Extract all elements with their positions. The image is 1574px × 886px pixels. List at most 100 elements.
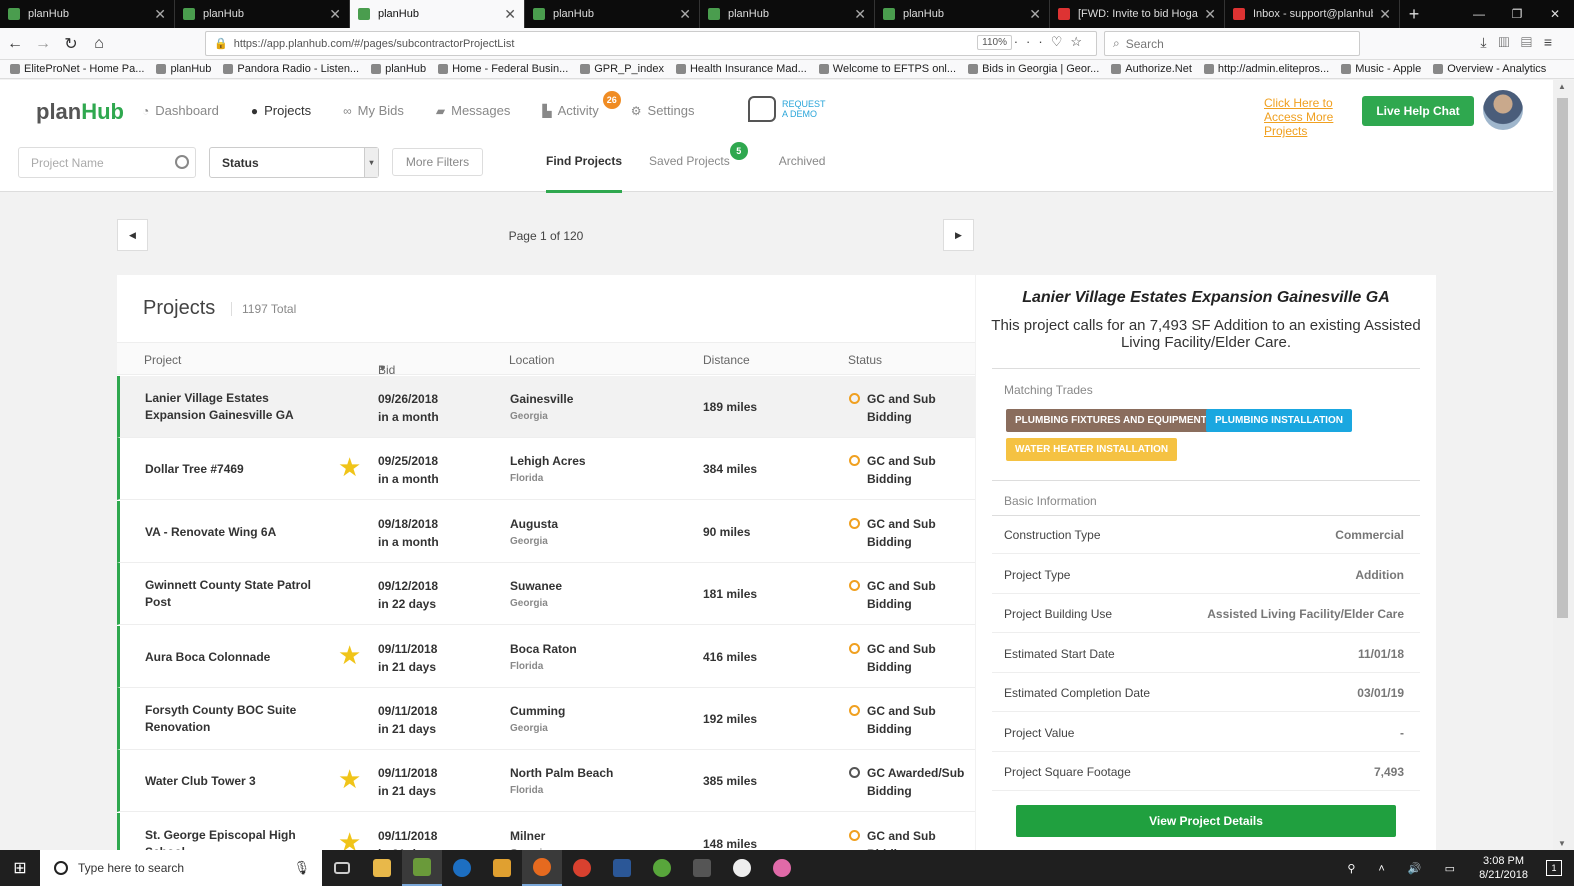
more-filters-button[interactable]: More Filters [392, 148, 483, 176]
col-distance[interactable]: Distance [703, 353, 750, 367]
itunes-icon[interactable] [762, 850, 802, 886]
browser-tab[interactable]: planHub ✕ [350, 0, 525, 28]
close-tab-icon[interactable]: ✕ [329, 6, 341, 23]
word-icon[interactable] [602, 850, 642, 886]
task-view-icon[interactable] [322, 850, 362, 886]
restore-icon[interactable]: ❐ [1498, 0, 1536, 28]
col-project[interactable]: Project [144, 353, 181, 367]
col-status[interactable]: Status [848, 353, 882, 367]
bookmark-item[interactable]: Overview - Analytics [1433, 63, 1546, 75]
table-row[interactable]: VA - Renovate Wing 6A 09/18/2018 in a mont… [117, 500, 975, 563]
app-icon[interactable] [402, 850, 442, 886]
project-name[interactable]: VA - Renovate Wing 6A [145, 524, 330, 541]
bookmark-item[interactable]: planHub [156, 63, 211, 75]
bookmark-item[interactable]: Music - Apple [1341, 63, 1421, 75]
table-row[interactable]: Forsyth County BOC Suite Renovation 09/11… [117, 688, 975, 750]
scroll-up-icon[interactable]: ▲ [1558, 82, 1566, 91]
reload-icon[interactable]: ↻ [58, 31, 84, 57]
project-name[interactable]: Lanier Village Estates Expansion Gainesv… [145, 390, 330, 424]
scroll-down-icon[interactable]: ▼ [1558, 839, 1566, 848]
bookmark-item[interactable]: Health Insurance Mad... [675, 63, 807, 75]
bookmark-item[interactable]: Welcome to EFTPS onl... [818, 63, 956, 75]
project-name[interactable]: St. George Episcopal High School [145, 827, 330, 850]
file-explorer-icon[interactable] [362, 850, 402, 886]
star-icon[interactable]: ★ [338, 642, 361, 668]
project-name[interactable]: Dollar Tree #7469 [145, 461, 330, 478]
tab-archived[interactable]: Archived [779, 154, 826, 193]
star-icon[interactable]: ★ [338, 454, 361, 480]
next-page-button[interactable]: ▶ [943, 219, 974, 251]
close-tab-icon[interactable]: ✕ [1029, 6, 1041, 23]
project-name[interactable]: Aura Boca Colonnade [145, 649, 330, 666]
windows-start-icon[interactable]: ⊞ [0, 850, 40, 886]
app-leaf-icon[interactable] [642, 850, 682, 886]
request-demo-button[interactable]: REQUEST A DEMO [748, 96, 826, 122]
table-row[interactable]: Gwinnett County State Patrol Post 09/12/2… [117, 563, 975, 626]
toolbar-icons[interactable]: ⤓▥▤≡ [1480, 34, 1564, 51]
browser-tab[interactable]: planHub ✕ [875, 0, 1050, 28]
back-icon[interactable]: ← [2, 31, 28, 57]
browser-tab[interactable]: Inbox - support@planhub.co ✕ [1225, 0, 1400, 28]
taskbar-search-input[interactable]: Type here to search 🎙 [40, 850, 322, 886]
prev-page-button[interactable]: ◀ [117, 219, 148, 251]
forward-icon[interactable]: → [30, 31, 56, 57]
access-more-projects-link[interactable]: Click Here to Access More Projects [1264, 96, 1344, 138]
bookmark-item[interactable]: Home - Federal Busin... [438, 63, 568, 75]
project-name[interactable]: Forsyth County BOC Suite Renovation [145, 702, 330, 736]
project-name[interactable]: Gwinnett County State Patrol Post [145, 577, 330, 611]
star-icon[interactable]: ★ [338, 829, 361, 850]
live-help-chat-button[interactable]: Live Help Chat [1362, 96, 1474, 126]
bookmark-item[interactable]: http://admin.elitepros... [1203, 63, 1329, 75]
tab-find-projects[interactable]: Find Projects [546, 154, 623, 193]
tray-icons[interactable]: ⚲ ˄ 🔊 ▭ [1347, 862, 1465, 875]
close-tab-icon[interactable]: ✕ [1379, 6, 1391, 23]
url-bar[interactable]: 🔒 https://app.planhub.com/#/pages/subcon… [205, 31, 1097, 56]
microphone-icon[interactable]: 🎙 [293, 860, 310, 876]
calculator-icon[interactable] [682, 850, 722, 886]
table-row[interactable]: Lanier Village Estates Expansion Gainesv… [117, 376, 975, 438]
table-row[interactable]: Dollar Tree #7469 ★ 09/25/2018 in a month Le… [117, 438, 975, 501]
bookmark-item[interactable]: Bids in Georgia | Geor... [968, 63, 1099, 75]
teamviewer-icon[interactable] [442, 850, 482, 886]
search-icon[interactable] [175, 155, 189, 169]
project-name[interactable]: Water Club Tower 3 [145, 773, 330, 790]
browser-tab[interactable]: planHub ✕ [700, 0, 875, 28]
zoom-level[interactable]: 110% [977, 35, 1012, 50]
firefox-icon[interactable] [522, 850, 562, 886]
star-icon[interactable]: ★ [338, 766, 361, 792]
nav-settings[interactable]: ⚙ Settings [631, 103, 695, 118]
page-scrollbar[interactable]: ▲ ▼ [1553, 80, 1574, 850]
url-action-icons[interactable]: ···♡☆ [1014, 34, 1090, 50]
browser-tab[interactable]: planHub ✕ [175, 0, 350, 28]
close-tab-icon[interactable]: ✕ [679, 6, 691, 23]
bookmark-item[interactable]: GPR_P_index [580, 63, 664, 75]
col-location[interactable]: Location [509, 353, 554, 367]
bookmark-item[interactable]: EliteProNet - Home Pa... [10, 63, 144, 75]
table-row[interactable]: Water Club Tower 3 ★ 09/11/2018 in 21 days N… [117, 750, 975, 813]
status-select[interactable]: Status ▾ [209, 147, 379, 178]
tab-saved-projects[interactable]: Saved Projects 5 [649, 142, 748, 193]
close-tab-icon[interactable]: ✕ [854, 6, 866, 23]
planhub-logo[interactable]: planHub [36, 99, 124, 125]
scrollbar-thumb[interactable] [1557, 98, 1568, 618]
close-tab-icon[interactable]: ✕ [154, 6, 166, 23]
close-window-icon[interactable]: ✕ [1536, 0, 1574, 28]
browser-tab[interactable]: planHub ✕ [525, 0, 700, 28]
close-tab-icon[interactable]: ✕ [1204, 6, 1216, 23]
project-name-search-input[interactable]: Project Name [18, 147, 196, 178]
outlook-icon[interactable] [482, 850, 522, 886]
new-tab-button[interactable]: + [1400, 0, 1428, 28]
avatar[interactable] [1483, 90, 1523, 130]
browser-tab[interactable]: planHub ✕ [0, 0, 175, 28]
view-project-details-button[interactable]: View Project Details [1016, 805, 1396, 837]
nav-messages[interactable]: ▰ Messages [436, 103, 510, 118]
nav-my-bids[interactable]: ∞ My Bids [343, 103, 404, 118]
notification-icon[interactable]: 1 [1546, 860, 1562, 876]
bookmark-item[interactable]: Pandora Radio - Listen... [223, 63, 359, 75]
bookmark-item[interactable]: Authorize.Net [1111, 63, 1192, 75]
browser-search-input[interactable]: ⌕ Search [1104, 31, 1360, 56]
nav-projects[interactable]: ● Projects [251, 103, 311, 118]
chrome-icon[interactable] [562, 850, 602, 886]
browser-tab[interactable]: [FWD: Invite to bid Hogansv ✕ [1050, 0, 1225, 28]
table-row[interactable]: Aura Boca Colonnade ★ 09/11/2018 in 21 days… [117, 625, 975, 688]
